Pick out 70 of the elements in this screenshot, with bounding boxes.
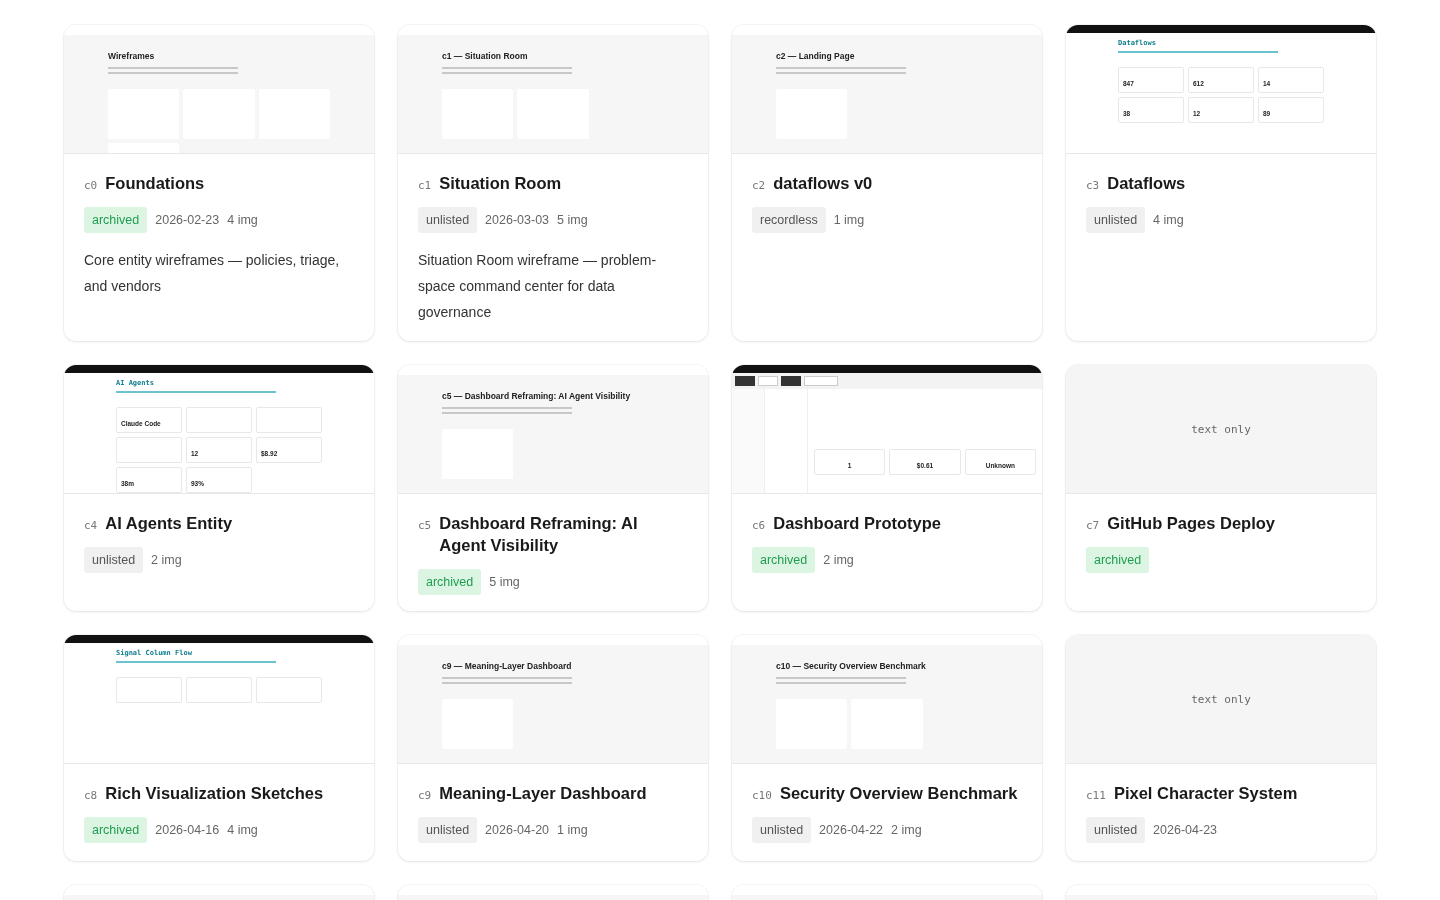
card-title: Dashboard Prototype [773,513,942,534]
image-count: 1 img [557,823,588,837]
card-id: c11 [1086,789,1106,802]
card-date: 2026-04-16 [155,823,220,837]
project-card[interactable]: text only c11 Pixel Character System unlisted 2026-04-23 [1066,635,1376,861]
status-badge: unlisted [1086,207,1146,233]
card-title: Dataflows [1107,173,1186,194]
card-title: Dashboard Reframing: AI Agent Visibility [439,513,639,556]
card-description: Core entity wireframes — policies, triage, and vendors [84,251,341,296]
card-title: AI Agents Entity [105,513,233,534]
project-card[interactable]: text only c7 GitHub Pages Deploy archived [1066,365,1376,611]
image-count: 2 img [151,553,182,567]
image-count: 2 img [823,553,854,567]
project-card[interactable]: c2 — Landing Page c2 dataflows v0 recordless 1 img [732,25,1042,341]
card-date: 2026-04-20 [485,823,550,837]
card-id: c3 [1086,179,1100,192]
thumbnail-title: c2 — Landing Page [776,51,856,61]
thumbnail-placeholder-text: text only [1191,692,1251,706]
status-badge: archived [1086,547,1150,573]
card-title: Situation Room [439,173,562,194]
card-id: c0 [84,179,98,192]
image-count: 2 img [891,823,922,837]
status-badge: archived [418,569,482,595]
card-id: c4 [84,519,98,532]
card-id: c2 [752,179,766,192]
project-card[interactable]: c10 — Security Overview Benchmark c10 Security Overview Benchmark unlisted 2026-04-22 2 img [732,635,1042,861]
card-title: Security Overview Benchmark [779,783,1018,804]
status-badge: archived [752,547,816,573]
card-id: c9 [418,789,432,802]
card-id: c10 [752,789,772,802]
status-badge: unlisted [84,547,144,573]
card-id: c6 [752,519,766,532]
thumbnail-title: c10 — Security Overview Benchmark [776,661,927,671]
thumbnail-title: Wireframes [108,51,156,61]
card-id: c5 [418,519,432,532]
card-title: Rich Visualization Sketches [105,783,324,804]
image-count: 1 img [833,213,865,227]
card-title: dataflows v0 [773,173,873,194]
status-badge: unlisted [418,207,478,233]
card-date: 2026-04-23 [1153,823,1218,837]
card-date: 2026-04-22 [819,823,884,837]
thumbnail-title: c5 — Dashboard Reframing: AI Agent Visibility [442,391,632,401]
card-date: 2026-02-23 [155,213,220,227]
image-count: 5 img [557,213,588,227]
thumbnail-title: c1 — Situation Room [442,51,529,61]
status-badge: archived [84,817,148,843]
card-description: Situation Room wireframe — problem-space command center for data governance [418,251,658,322]
card-title: Foundations [105,173,205,194]
status-badge: unlisted [418,817,478,843]
project-card[interactable]: c5 — Dashboard Reframing: AI Agent Visibility c5 Dashboard Reframing: AI Agent Visibility archived 5 img [398,365,708,611]
card-id: c1 [418,179,432,192]
status-badge: unlisted [752,817,812,843]
card-date: 2026-03-03 [485,213,550,227]
card-title: GitHub Pages Deploy [1107,513,1276,534]
image-count: 4 img [227,823,258,837]
thumbnail-title: c9 — Meaning-Layer Dashboard [442,661,573,671]
status-badge: archived [84,207,148,233]
image-count: 4 img [227,213,258,227]
card-id: c8 [84,789,98,802]
project-card[interactable]: c1 — Situation Room c1 Situation Room unlisted 2026-03-03 5 img Situation Room wireframe — problem-space command center for data governance [398,25,708,341]
status-badge: unlisted [1086,817,1146,843]
thumbnail-placeholder-text: text only [1191,422,1251,436]
card-title: Meaning-Layer Dashboard [439,783,647,804]
status-badge: recordless [752,207,826,233]
card-id: c7 [1086,519,1100,532]
image-count: 5 img [489,575,520,589]
image-count: 4 img [1153,213,1184,227]
project-card[interactable]: c9 — Meaning-Layer Dashboard c9 Meaning-Layer Dashboard unlisted 2026-04-20 1 img [398,635,708,861]
project-card[interactable]: Wireframes c0 Foundations archived 2026-02-23 4 img Core entity wireframes — policies, triage, and vendors [64,25,374,341]
card-title: Pixel Character System [1113,783,1298,804]
